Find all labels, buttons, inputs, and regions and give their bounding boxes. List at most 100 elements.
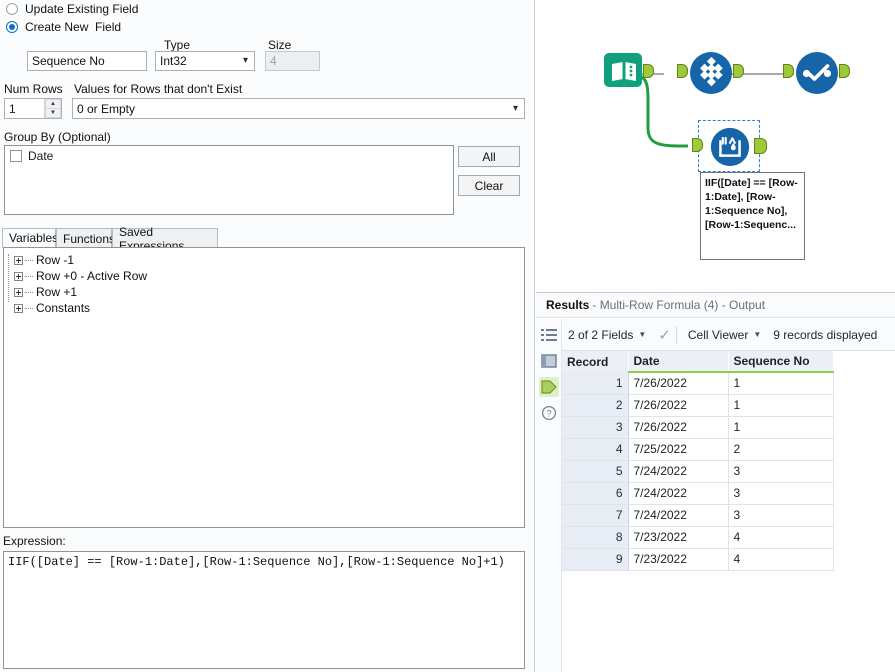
table-row[interactable]: 5 7/24/2022 3: [562, 460, 834, 483]
variables-tree[interactable]: Row -1 Row +0 - Active Row Row +1 Consta…: [3, 247, 525, 528]
group-by-listbox[interactable]: Date: [4, 145, 454, 215]
values-missing-dropdown[interactable]: 0 or Empty ▾: [72, 98, 525, 119]
table-row[interactable]: 6 7/24/2022 3: [562, 482, 834, 505]
expand-icon[interactable]: [14, 271, 23, 281]
cell-record: 4: [562, 438, 629, 461]
fields-selector[interactable]: 2 of 2 Fields ▼: [562, 328, 652, 342]
expand-icon[interactable]: [14, 303, 23, 313]
expand-icon[interactable]: [14, 287, 23, 297]
cell-sequence-no: 3: [728, 482, 834, 505]
list-icon[interactable]: [539, 325, 559, 345]
checkmark-icon[interactable]: ✓: [658, 326, 671, 344]
table-row[interactable]: 7 7/24/2022 3: [562, 504, 834, 527]
select-node[interactable]: [677, 50, 744, 99]
input-data-node[interactable]: [602, 49, 654, 96]
table-row[interactable]: 4 7/25/2022 2: [562, 438, 834, 461]
cell-sequence-no: 2: [728, 438, 834, 461]
num-rows-stepper[interactable]: 1 ▲ ▼: [4, 98, 62, 119]
radio-dot-create: [6, 21, 18, 33]
values-missing-label: Values for Rows that don't Exist: [74, 82, 243, 96]
diamond-grid-icon: [690, 52, 732, 94]
cell-date: 7/23/2022: [628, 526, 729, 549]
expression-tabstrip: Variables Functions Saved Expressions: [0, 225, 535, 253]
table-body: 1 7/26/2022 1 2 7/26/2022 1 3 7/26/2022 …: [562, 372, 834, 571]
field-name-input[interactable]: Sequence No: [27, 51, 147, 71]
tree-node-row-plus-1[interactable]: Row +1: [4, 284, 524, 300]
radio-create-new-field[interactable]: Create New Field: [6, 20, 121, 34]
expand-icon[interactable]: [14, 255, 23, 265]
spinner-down-icon[interactable]: ▼: [45, 108, 61, 118]
cell-record: 8: [562, 526, 629, 549]
input-anchor[interactable]: [677, 64, 688, 78]
table-row[interactable]: 9 7/23/2022 4: [562, 548, 834, 571]
records-displayed-label: 9 records displayed: [773, 327, 878, 342]
tree-connector: [25, 291, 33, 293]
tree-connector: [25, 259, 33, 261]
table-row[interactable]: 3 7/26/2022 1: [562, 416, 834, 439]
results-sidebar: ?: [536, 319, 562, 672]
checkbox-date[interactable]: [10, 150, 22, 162]
size-value: 4: [270, 54, 277, 68]
cell-record: 6: [562, 482, 629, 505]
table-row[interactable]: 1 7/26/2022 1: [562, 372, 834, 395]
input-anchor[interactable]: [783, 64, 794, 78]
output-anchor[interactable]: [839, 64, 850, 78]
cell-record: 7: [562, 504, 629, 527]
results-grid[interactable]: Record Date Sequence No 1 7/26/2022 1 2 …: [562, 351, 895, 672]
num-rows-label: Num Rows: [4, 82, 63, 96]
group-by-item-date[interactable]: Date: [5, 146, 453, 166]
cell-sequence-no: 4: [728, 548, 834, 571]
expression-editor[interactable]: IIF([Date] == [Row-1:Date],[Row-1:Sequen…: [3, 551, 525, 669]
browse-node[interactable]: [783, 50, 850, 99]
size-input: 4: [265, 51, 320, 71]
radio-update-existing-field[interactable]: Update Existing Field: [6, 2, 138, 16]
tree-connector: [25, 275, 33, 277]
input-anchor[interactable]: [692, 138, 703, 152]
table-row[interactable]: 2 7/26/2022 1: [562, 394, 834, 417]
tab-variables-label: Variables: [9, 231, 59, 245]
cell-date: 7/26/2022: [628, 416, 729, 439]
expression-label: Expression:: [3, 534, 66, 548]
panel-icon[interactable]: [539, 351, 559, 371]
chevron-down-icon: ▼: [753, 330, 762, 339]
tab-variables[interactable]: Variables: [2, 228, 59, 248]
cell-date: 7/24/2022: [628, 460, 729, 483]
column-header-record[interactable]: Record: [562, 351, 629, 372]
results-table: Record Date Sequence No 1 7/26/2022 1 2 …: [562, 351, 834, 571]
table-row[interactable]: 8 7/23/2022 4: [562, 526, 834, 549]
column-header-sequence-no[interactable]: Sequence No: [728, 351, 834, 373]
tree-node-constants[interactable]: Constants: [4, 300, 524, 316]
type-dropdown[interactable]: Int32 ▾: [155, 51, 255, 71]
svg-text:?: ?: [546, 409, 551, 419]
radio-label-update: Update Existing Field: [25, 2, 139, 16]
spinner-up-icon[interactable]: ▲: [45, 99, 61, 108]
multi-row-formula-config-panel: Update Existing Field Create New Field T…: [0, 0, 535, 672]
help-icon[interactable]: ?: [539, 403, 559, 423]
multi-row-formula-node[interactable]: [692, 120, 767, 172]
table-header-row: Record Date Sequence No: [562, 351, 834, 373]
output-anchor[interactable]: [643, 64, 654, 78]
group-by-item-label: Date: [28, 149, 54, 163]
output-anchor[interactable]: [733, 64, 744, 78]
output-anchor-icon[interactable]: [538, 377, 559, 397]
cell-date: 7/24/2022: [628, 482, 729, 505]
tree-node-row-plus-0[interactable]: Row +0 - Active Row: [4, 268, 524, 284]
all-button[interactable]: All: [458, 146, 520, 167]
results-title-bar: Results - Multi-Row Formula (4) - Output: [536, 293, 895, 318]
water-drop-icon: [710, 127, 750, 167]
all-button-label: All: [482, 149, 496, 164]
cell-date: 7/25/2022: [628, 438, 729, 461]
clear-button[interactable]: Clear: [458, 175, 520, 196]
num-rows-spin-buttons[interactable]: ▲ ▼: [44, 99, 61, 118]
column-header-date[interactable]: Date: [628, 351, 729, 373]
tree-node-row-minus-1[interactable]: Row -1: [4, 252, 524, 268]
cell-sequence-no: 3: [728, 504, 834, 527]
size-label: Size: [268, 38, 292, 52]
viewer-selector[interactable]: Cell Viewer ▼: [682, 328, 767, 342]
cell-record: 5: [562, 460, 629, 483]
tab-saved-expressions[interactable]: Saved Expressions: [112, 225, 218, 253]
cell-date: 7/26/2022: [628, 394, 729, 417]
tab-functions[interactable]: Functions: [56, 228, 115, 248]
group-by-label: Group By (Optional): [4, 130, 111, 144]
output-anchor[interactable]: [754, 138, 767, 154]
